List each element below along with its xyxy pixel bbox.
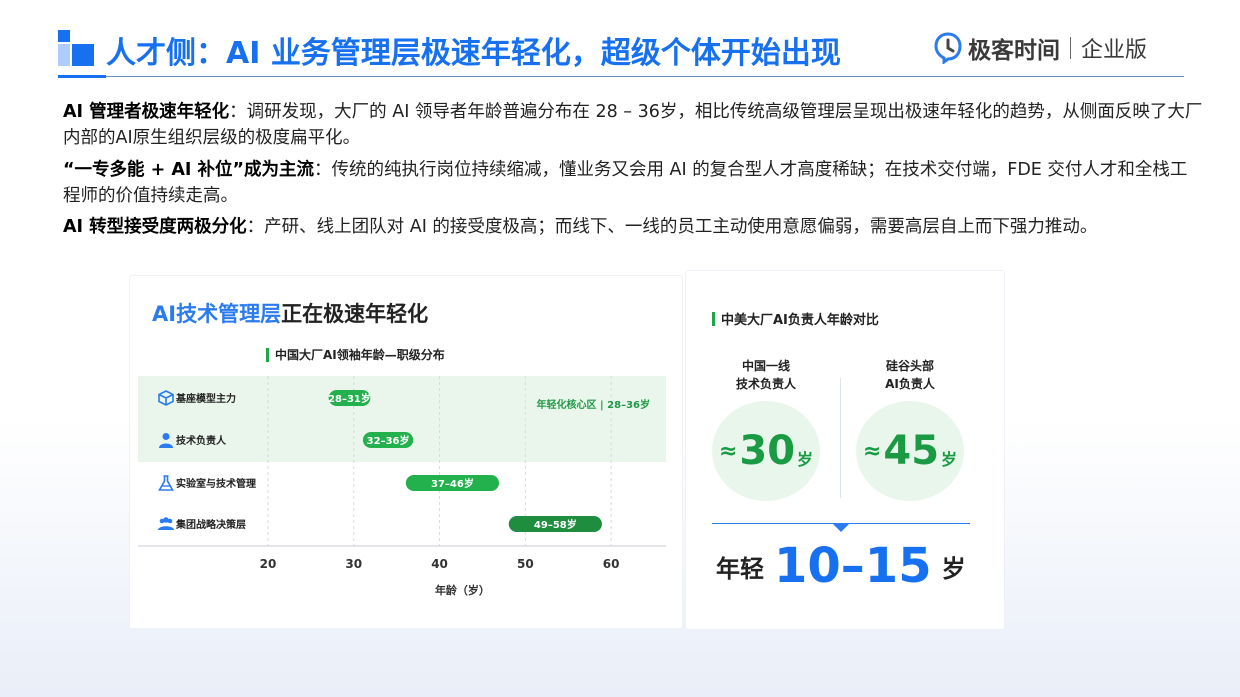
x-tick-label-40: 40 [431, 557, 448, 571]
x-tick-label-50: 50 [517, 557, 534, 571]
paragraph-2-lead: “一专多能 + AI 补位”成为主流 [63, 160, 314, 180]
cn-age-unit: 岁 [797, 450, 814, 469]
header-rule-accent [58, 75, 106, 78]
comparison-divider [840, 378, 841, 498]
cn-label-line1: 中国一线 [741, 359, 790, 373]
brand-separator [1070, 37, 1071, 59]
cn-approx: ≈ [718, 438, 738, 464]
us-label: 硅谷头部 AI负责人 [850, 357, 970, 393]
us-label-line2: AI负责人 [885, 377, 935, 391]
geek-time-logo-icon [934, 32, 962, 64]
x-tick-label-60: 60 [603, 557, 620, 571]
us-label-line1: 硅谷头部 [885, 359, 934, 373]
younger-unit: 岁 [941, 554, 966, 583]
header-logo-squares [58, 30, 98, 70]
paragraph-1: AI 管理者极速年轻化：调研发现，大厂的 AI 领导者年龄普遍分布在 28 – … [63, 99, 1203, 151]
flask-icon [158, 475, 174, 491]
paragraph-1-text: ：调研发现，大厂的 AI 领导者年龄普遍分布在 28 – 36岁，相比传统高级管… [63, 102, 1203, 148]
range-bar-label-2: 37–46岁 [431, 477, 474, 490]
comparison-accent-bar [712, 311, 715, 326]
x-tick-label-20: 20 [260, 557, 277, 571]
age-range-chart: 20 30 40 50 60 年龄（岁） 年轻化核心区 | 28–36岁 基座模型主力技术负责… [138, 376, 666, 597]
cn-age-circle: ≈30 岁 [712, 401, 820, 501]
paragraph-3: AI 转型接受度两极分化：产研、线上团队对 AI 的接受度极高；而线下、一线的员… [63, 214, 1203, 240]
category-label-1: 技术负责人 [176, 434, 227, 447]
paragraph-3-text: ：产研、线上团队对 AI 的接受度极高；而线下、一线的员工主动使用意愿偏弱，需要… [246, 217, 1098, 237]
range-bar-label-1: 32–36岁 [367, 434, 410, 447]
us-age-value: 45 [883, 428, 940, 474]
range-bar-label-0: 28–31岁 [328, 392, 371, 405]
x-axis-label: 年龄（岁） [435, 583, 490, 597]
younger-prefix: 年轻 [716, 554, 764, 583]
paragraph-2: “一专多能 + AI 补位”成为主流：传统的纯执行岗位持续缩减，懂业务又会用 A… [63, 157, 1203, 209]
comparison-subheading: 中美大厂AI负责人年龄对比 [712, 309, 879, 328]
younger-summary: 年轻 10–15 岁 [716, 538, 966, 594]
category-label-2: 实验室与技术管理 [176, 477, 256, 490]
cn-label: 中国一线 技术负责人 [706, 357, 826, 393]
highlight-band [138, 376, 666, 462]
brand-sub: 企业版 [1081, 38, 1148, 63]
age-distribution-panel: AI技术管理层正在极速年轻化 中国大厂AI领袖年龄—职级分布 20 30 40 50 6… [130, 276, 682, 628]
category-label-0: 基座模型主力 [175, 392, 236, 405]
highlight-band-label: 年轻化核心区 | 28–36岁 [537, 398, 650, 411]
comparison-subheading-text: 中美大厂AI负责人年龄对比 [721, 313, 879, 328]
cn-label-line2: 技术负责人 [735, 377, 796, 391]
paragraph-3-lead: AI 转型接受度两极分化 [63, 217, 247, 237]
group-icon [158, 517, 174, 530]
category-label-3: 集团战略决策层 [175, 518, 246, 531]
x-tick-label-30: 30 [345, 557, 362, 571]
paragraph-1-lead: AI 管理者极速年轻化 [63, 102, 230, 122]
header-rule [58, 76, 1184, 77]
brand-name: 极客时间 [968, 38, 1060, 64]
us-approx: ≈ [862, 438, 882, 464]
younger-range: 10–15 [774, 538, 932, 594]
brand-logo: 极客时间 企业版 [934, 30, 1147, 66]
us-age-circle: ≈45 岁 [856, 401, 964, 501]
down-arrow-icon [833, 524, 849, 532]
us-age-unit: 岁 [941, 450, 958, 469]
page-title: 人才侧：AI 业务管理层极速年轻化，超级个体开始出现 [106, 36, 841, 71]
range-bar-label-3: 49–58岁 [534, 518, 577, 531]
cn-age-value: 30 [739, 428, 796, 474]
